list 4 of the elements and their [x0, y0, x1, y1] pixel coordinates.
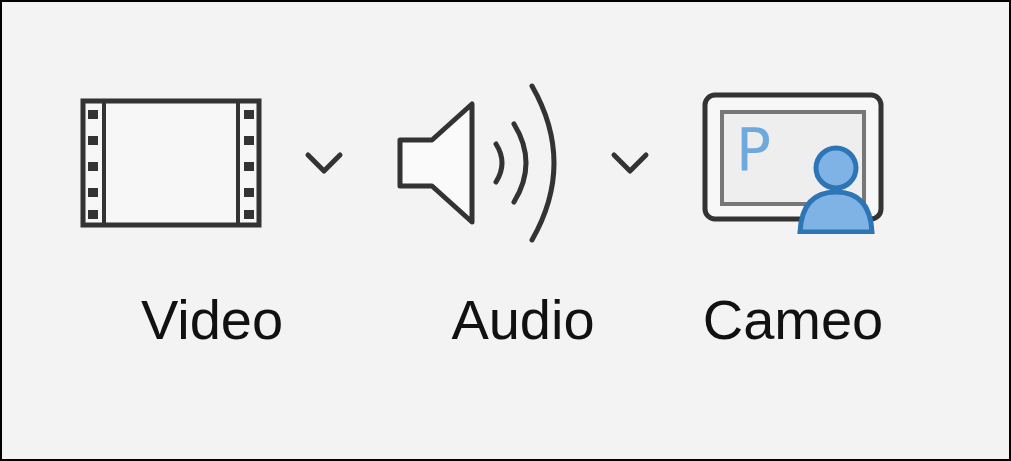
- ribbon-button[interactable]: Audio: [396, 82, 650, 348]
- film-icon: [80, 98, 262, 228]
- ribbon-button[interactable]: Video: [80, 82, 344, 348]
- ribbon-button[interactable]: P Cameo: [702, 82, 884, 348]
